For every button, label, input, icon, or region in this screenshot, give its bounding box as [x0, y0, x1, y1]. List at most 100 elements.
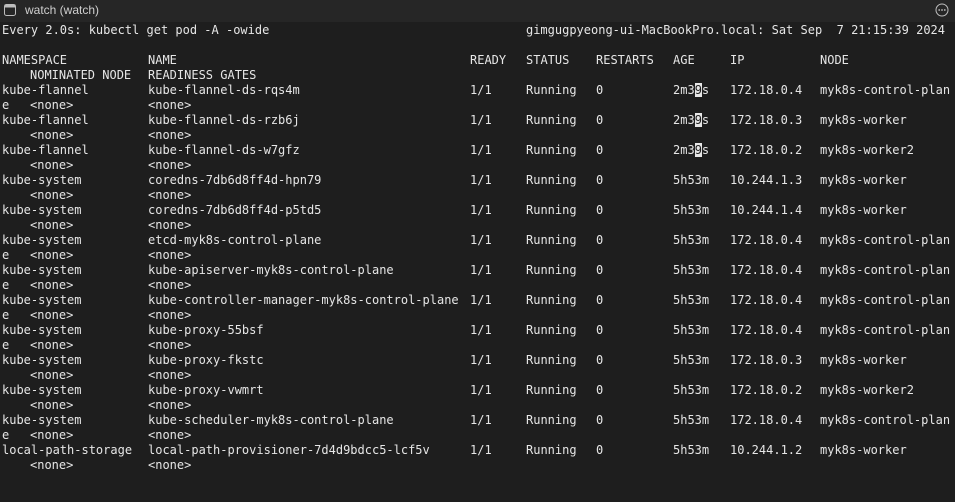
pod-node: myk8s-control-plan	[820, 413, 951, 427]
pod-nominated: <none>	[30, 398, 74, 412]
column-header-namespace: NAMESPACE	[2, 53, 68, 67]
pod-ip: 172.18.0.4	[730, 263, 803, 277]
pod-restarts: 0	[596, 413, 604, 427]
pod-ip: 172.18.0.4	[730, 233, 803, 247]
pod-status: Running	[526, 203, 577, 217]
pod-restarts: 0	[596, 443, 604, 457]
pod-namespace: kube-system	[2, 383, 82, 397]
pod-name: kube-flannel-ds-rzb6j	[148, 113, 300, 127]
pod-ip: 10.244.1.3	[730, 173, 803, 187]
pod-restarts: 0	[596, 83, 604, 97]
pod-ip: 172.18.0.4	[730, 293, 803, 307]
pod-namespace: kube-flannel	[2, 83, 89, 97]
pod-name: local-path-provisioner-7d4d9bdcc5-lcf5v	[148, 443, 430, 457]
pod-node-wrap: e	[2, 248, 10, 262]
pod-nominated: <none>	[30, 248, 74, 262]
pod-node: myk8s-worker	[820, 173, 907, 187]
pod-status: Running	[526, 173, 577, 187]
column-header-ip: IP	[730, 53, 745, 67]
pod-namespace: kube-flannel	[2, 113, 89, 127]
host-and-time: gimgugpyeong-ui-MacBookPro.local: Sat Se…	[525, 23, 945, 37]
pod-node: myk8s-worker	[820, 203, 907, 217]
pod-age: 5h53m	[673, 293, 710, 307]
pod-nominated: <none>	[30, 368, 74, 382]
column-header-node: NODE	[820, 53, 849, 67]
pod-gates: <none>	[148, 218, 192, 232]
pod-gates: <none>	[148, 158, 192, 172]
pod-gates: <none>	[148, 188, 192, 202]
pod-restarts: 0	[596, 203, 604, 217]
terminal-output[interactable]: Every 2.0s: kubectl get pod -A -owide gi…	[0, 0, 955, 502]
pod-node: myk8s-worker	[820, 443, 907, 457]
pod-ip: 172.18.0.4	[730, 413, 803, 427]
pod-name: kube-proxy-fkstc	[148, 353, 264, 367]
pod-age: 5h53m	[673, 413, 710, 427]
pod-namespace: kube-system	[2, 203, 82, 217]
pod-status: Running	[526, 113, 577, 127]
pod-age: 5h53m	[673, 203, 710, 217]
pod-name: etcd-myk8s-control-plane	[148, 233, 322, 247]
pod-restarts: 0	[596, 173, 604, 187]
pod-nominated: <none>	[30, 188, 74, 202]
pod-nominated: <none>	[30, 308, 74, 322]
pod-ready: 1/1	[470, 203, 492, 217]
pod-age: 5h53m	[673, 323, 710, 337]
pod-nominated: <none>	[30, 98, 74, 112]
pod-nominated: <none>	[30, 338, 74, 352]
pod-ip: 172.18.0.3	[730, 113, 803, 127]
pod-node-wrap: e	[2, 338, 10, 352]
pod-ready: 1/1	[470, 263, 492, 277]
pod-ready: 1/1	[470, 293, 492, 307]
pod-age: 5h53m	[673, 353, 710, 367]
pod-gates: <none>	[148, 248, 192, 262]
pod-age: 5h53m	[673, 173, 710, 187]
pod-restarts: 0	[596, 113, 604, 127]
pod-name: kube-scheduler-myk8s-control-plane	[148, 413, 394, 427]
pod-namespace: local-path-storage	[2, 443, 133, 457]
pod-ip: 10.244.1.2	[730, 443, 803, 457]
pod-ip: 10.244.1.4	[730, 203, 803, 217]
pod-status: Running	[526, 353, 577, 367]
column-header-name: NAME	[148, 53, 177, 67]
pod-gates: <none>	[148, 128, 192, 142]
pod-gates: <none>	[148, 368, 192, 382]
pod-restarts: 0	[596, 293, 604, 307]
pod-restarts: 0	[596, 263, 604, 277]
column-header-ready: READY	[470, 53, 507, 67]
pod-gates: <none>	[148, 398, 192, 412]
column-header-restarts: RESTARTS	[596, 53, 654, 67]
pod-node: myk8s-worker	[820, 353, 907, 367]
column-header-age: AGE	[673, 53, 695, 67]
pod-nominated: <none>	[30, 158, 74, 172]
pod-status: Running	[526, 443, 577, 457]
pod-status: Running	[526, 323, 577, 337]
pod-name: kube-flannel-ds-w7gfz	[148, 143, 300, 157]
pod-node: myk8s-control-plan	[820, 293, 951, 307]
pod-name: kube-flannel-ds-rqs4m	[148, 83, 300, 97]
pod-ip: 172.18.0.4	[730, 323, 803, 337]
diff-highlight: 9	[694, 113, 702, 127]
watch-command: Every 2.0s: kubectl get pod -A -owide	[2, 23, 270, 37]
pod-restarts: 0	[596, 233, 604, 247]
pod-namespace: kube-system	[2, 173, 82, 187]
pod-node: myk8s-worker	[820, 113, 907, 127]
pod-nominated: <none>	[30, 218, 74, 232]
column-header-status: STATUS	[526, 53, 570, 67]
pod-node: myk8s-control-plan	[820, 323, 951, 337]
column-header-readiness-gates: READINESS GATES	[148, 68, 257, 82]
pod-status: Running	[526, 263, 577, 277]
pod-name: coredns-7db6d8ff4d-p5td5	[148, 203, 322, 217]
pod-age: 5h53m	[673, 383, 710, 397]
pod-node-wrap: e	[2, 98, 10, 112]
pod-nominated: <none>	[30, 458, 74, 472]
pod-age: 5h53m	[673, 233, 710, 247]
pod-status: Running	[526, 143, 577, 157]
pod-ready: 1/1	[470, 413, 492, 427]
pod-age: 5h53m	[673, 443, 710, 457]
pod-namespace: kube-system	[2, 293, 82, 307]
pod-name: kube-proxy-vwmrt	[148, 383, 264, 397]
pod-ip: 172.18.0.2	[730, 143, 803, 157]
pod-restarts: 0	[596, 143, 604, 157]
pod-node-wrap: e	[2, 428, 10, 442]
pod-ip: 172.18.0.3	[730, 353, 803, 367]
